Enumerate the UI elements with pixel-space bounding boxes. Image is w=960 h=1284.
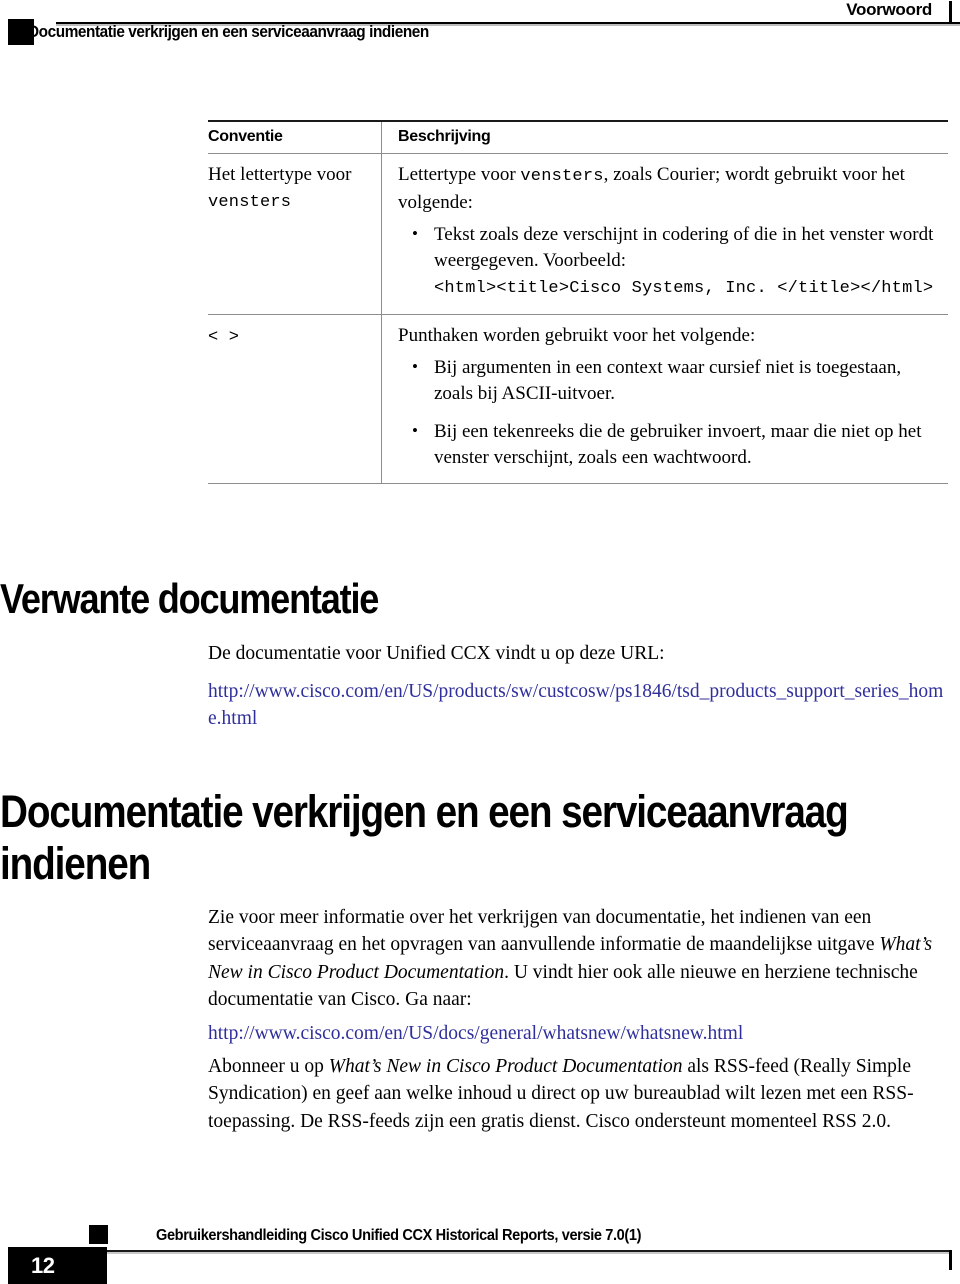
footer-marker-square — [89, 1225, 108, 1244]
description-bullet-list: Bij argumenten in een context waar cursi… — [398, 354, 944, 471]
table-header-row: Conventie Beschrijving — [208, 120, 948, 154]
paragraph-2-part-a: Abonneer u op — [208, 1055, 329, 1077]
bullet-text: Bij een tekenreeks die de gebruiker invo… — [434, 421, 922, 468]
description-intro-a: Lettertype voor — [398, 164, 521, 185]
paragraph-2-italic-title: What’s New in Cisco Product Documentatio… — [328, 1055, 683, 1077]
description-body: Lettertype voor vensters, zoals Courier;… — [382, 162, 948, 302]
obtaining-docs-paragraph-2: Abonneer u op What’s New in Cisco Produc… — [208, 1053, 950, 1136]
convention-label-mono: vensters — [208, 193, 292, 212]
section-heading-verwante-documentatie: Verwante documentatie — [0, 575, 379, 623]
footer-rule-light — [106, 1252, 952, 1254]
list-item: Bij argumenten in een context waar cursi… — [398, 354, 944, 407]
cell-description-anglebrackets: Punthaken worden gebruikt voor het volge… — [381, 314, 948, 484]
paragraph-1-part-a: Zie voor meer informatie over het verkri… — [208, 906, 880, 956]
convention-label-mono: < > — [208, 328, 240, 347]
footer-page-number-box — [8, 1247, 107, 1284]
related-docs-url-paragraph: http://www.cisco.com/en/US/products/sw/c… — [208, 678, 956, 733]
column-header-beschrijving-label: Beschrijving — [398, 128, 491, 145]
description-intro-b: Punthaken worden gebruikt voor het volge… — [398, 325, 756, 346]
description-intro-mono: vensters — [520, 167, 604, 186]
header-running-title: Voorwoord — [846, 0, 932, 19]
footer-right-tick-mark — [949, 1250, 952, 1270]
header-right-tick-mark — [949, 1, 952, 22]
column-header-beschrijving: Beschrijving — [381, 120, 948, 154]
conventions-table: Conventie Beschrijving Het lettertype vo… — [208, 120, 948, 484]
obtaining-docs-paragraph-1: Zie voor meer informatie over het verkri… — [208, 904, 950, 1014]
header-chapter-title: Documentatie verkrijgen en een serviceaa… — [28, 23, 429, 41]
list-item: Bij een tekenreeks die de gebruiker invo… — [398, 418, 944, 471]
table-row: Het lettertype voor vensters Lettertype … — [208, 153, 948, 315]
cell-convention-anglebrackets: < > — [208, 314, 382, 484]
link-ccx-documentation[interactable]: http://www.cisco.com/en/US/products/sw/c… — [208, 681, 943, 730]
related-docs-intro-paragraph: De documentatie voor Unified CCX vindt u… — [208, 642, 665, 664]
column-header-conventie: Conventie — [208, 120, 382, 154]
section-heading-documentatie-verkrijgen: Documentatie verkrijgen en een serviceaa… — [0, 786, 849, 890]
table-row: < > Punthaken worden gebruikt voor het v… — [208, 314, 948, 484]
description-body: Punthaken worden gebruikt voor het volge… — [382, 323, 948, 471]
page-header: Voorwoord Documentatie verkrijgen en een… — [0, 0, 960, 56]
bullet-code-sample: <html><title>Cisco Systems, Inc. </title… — [434, 279, 934, 298]
description-bullet-list: Tekst zoals deze verschijnt in codering … — [398, 221, 944, 302]
convention-label-text: Het lettertype voor — [208, 164, 352, 185]
bullet-text: Tekst zoals deze verschijnt in codering … — [434, 224, 934, 271]
list-item: Tekst zoals deze verschijnt in codering … — [398, 221, 944, 302]
cell-convention-lettertype: Het lettertype voor vensters — [208, 153, 382, 315]
footer-page-number: 12 — [31, 1253, 55, 1278]
footer-document-title: Gebruikershandleiding Cisco Unified CCX … — [156, 1227, 642, 1244]
link-whatsnew-documentation[interactable]: http://www.cisco.com/en/US/docs/general/… — [208, 1023, 743, 1044]
bullet-text: Bij argumenten in een context waar cursi… — [434, 357, 902, 404]
obtaining-docs-url-paragraph: http://www.cisco.com/en/US/docs/general/… — [208, 1020, 950, 1048]
cell-description-lettertype: Lettertype voor vensters, zoals Courier;… — [381, 153, 948, 315]
page-footer: Gebruikershandleiding Cisco Unified CCX … — [0, 1207, 960, 1284]
